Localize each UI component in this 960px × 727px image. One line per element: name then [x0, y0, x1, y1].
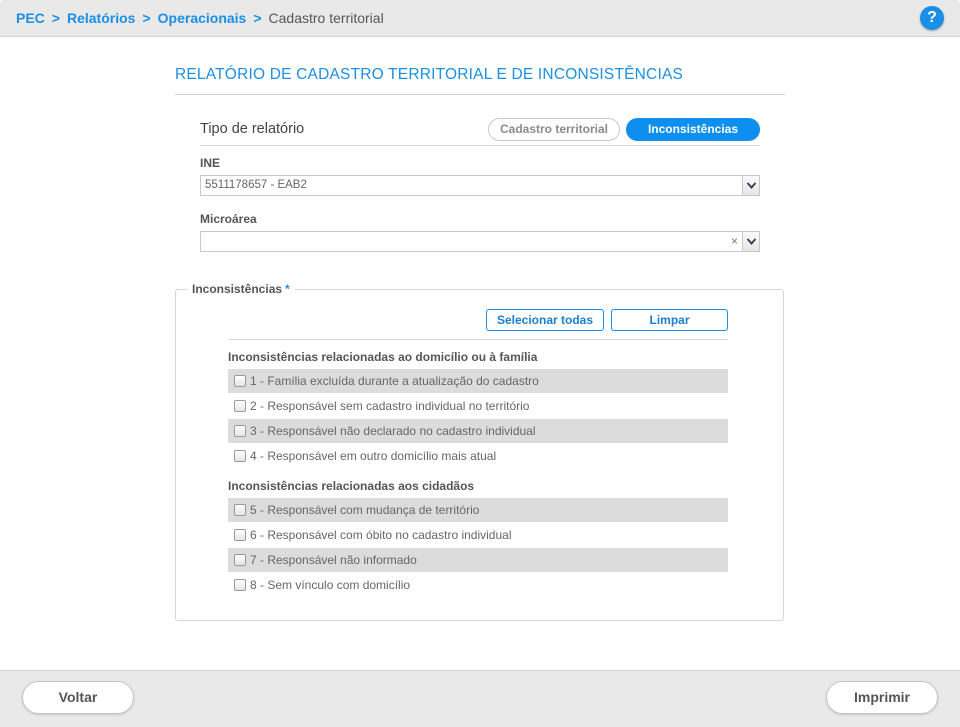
top-bar: PEC > Relatórios > Operacionais > Cadastro ter… [0, 0, 960, 37]
back-button[interactable]: Voltar [22, 681, 134, 714]
checkbox-option[interactable]: 6 - Responsável com óbito no cadastro in… [228, 523, 728, 547]
checkbox-option[interactable]: 7 - Responsável não informado [228, 548, 728, 572]
ine-select-value: 5511178657 - EAB2 [205, 179, 307, 191]
checkbox[interactable] [234, 425, 246, 437]
inconsistencias-legend: Inconsistências * [187, 282, 295, 296]
breadcrumb-separator: > [51, 10, 60, 26]
checkbox[interactable] [234, 450, 246, 462]
clear-button[interactable]: Limpar [611, 309, 728, 331]
checkbox-label: 6 - Responsável com óbito no cadastro in… [250, 528, 512, 542]
checkbox-label: 1 - Família excluída durante a atualizaç… [250, 374, 539, 388]
checkbox-option[interactable]: 1 - Família excluída durante a atualizaç… [228, 369, 728, 393]
group-title-domicilio: Inconsistências relacionadas ao domicíli… [228, 350, 538, 364]
breadcrumb-current: Cadastro territorial [268, 10, 384, 26]
checkbox-label: 4 - Responsável em outro domicílio mais … [250, 449, 497, 463]
checkbox-option[interactable]: 3 - Responsável não declarado no cadastr… [228, 419, 728, 443]
checkbox-label: 3 - Responsável não declarado no cadastr… [250, 424, 536, 438]
report-type-inconsistencias-button[interactable]: Inconsistências [626, 118, 760, 141]
checkbox[interactable] [234, 529, 246, 541]
checkbox-option[interactable]: 8 - Sem vínculo com domicílio [228, 573, 728, 597]
breadcrumb-separator: > [253, 10, 262, 26]
select-all-button[interactable]: Selecionar todas [486, 309, 604, 331]
chevron-down-icon[interactable] [742, 232, 759, 251]
breadcrumb-link-relatorios[interactable]: Relatórios [67, 10, 135, 26]
checkbox-label: 5 - Responsável com mudança de territóri… [250, 503, 480, 517]
checkbox-label: 2 - Responsável sem cadastro individual … [250, 399, 530, 413]
breadcrumb-separator: > [142, 10, 151, 26]
checkbox[interactable] [234, 504, 246, 516]
inconsistencias-divider [228, 339, 728, 340]
title-divider [175, 94, 785, 95]
group-title-cidadaos: Inconsistências relacionadas aos cidadão… [228, 479, 475, 493]
inconsistencias-legend-label: Inconsistências [192, 282, 283, 296]
checkbox[interactable] [234, 579, 246, 591]
breadcrumb: PEC > Relatórios > Operacionais > Cadastro ter… [16, 10, 384, 26]
ine-label: INE [200, 156, 221, 170]
report-type-divider [200, 145, 760, 146]
footer-bar [0, 670, 960, 727]
report-type-label: Tipo de relatório [200, 121, 305, 137]
breadcrumb-link-operacionais[interactable]: Operacionais [158, 10, 247, 26]
report-type-cadastro-button[interactable]: Cadastro territorial [488, 118, 620, 141]
checkbox[interactable] [234, 400, 246, 412]
checkbox-label: 8 - Sem vínculo com domicílio [250, 578, 411, 592]
checkbox-label: 7 - Responsável não informado [250, 553, 417, 567]
checkbox-option[interactable]: 2 - Responsável sem cadastro individual … [228, 394, 728, 418]
help-icon[interactable]: ? [920, 6, 944, 30]
checkbox-option[interactable]: 4 - Responsável em outro domicílio mais … [228, 444, 728, 468]
clear-icon[interactable]: × [731, 232, 738, 251]
required-mark: * [285, 282, 290, 296]
ine-select[interactable]: 5511178657 - EAB2 [200, 175, 760, 196]
microarea-label: Microárea [200, 212, 257, 226]
checkbox-option[interactable]: 5 - Responsável com mudança de territóri… [228, 498, 728, 522]
microarea-select[interactable]: × [200, 231, 760, 252]
breadcrumb-link-pec[interactable]: PEC [16, 10, 45, 26]
print-button[interactable]: Imprimir [826, 681, 938, 714]
page-title: RELATÓRIO DE CADASTRO TERRITORIAL E DE I… [175, 66, 684, 83]
chevron-down-icon[interactable] [742, 176, 759, 195]
checkbox[interactable] [234, 554, 246, 566]
checkbox[interactable] [234, 375, 246, 387]
